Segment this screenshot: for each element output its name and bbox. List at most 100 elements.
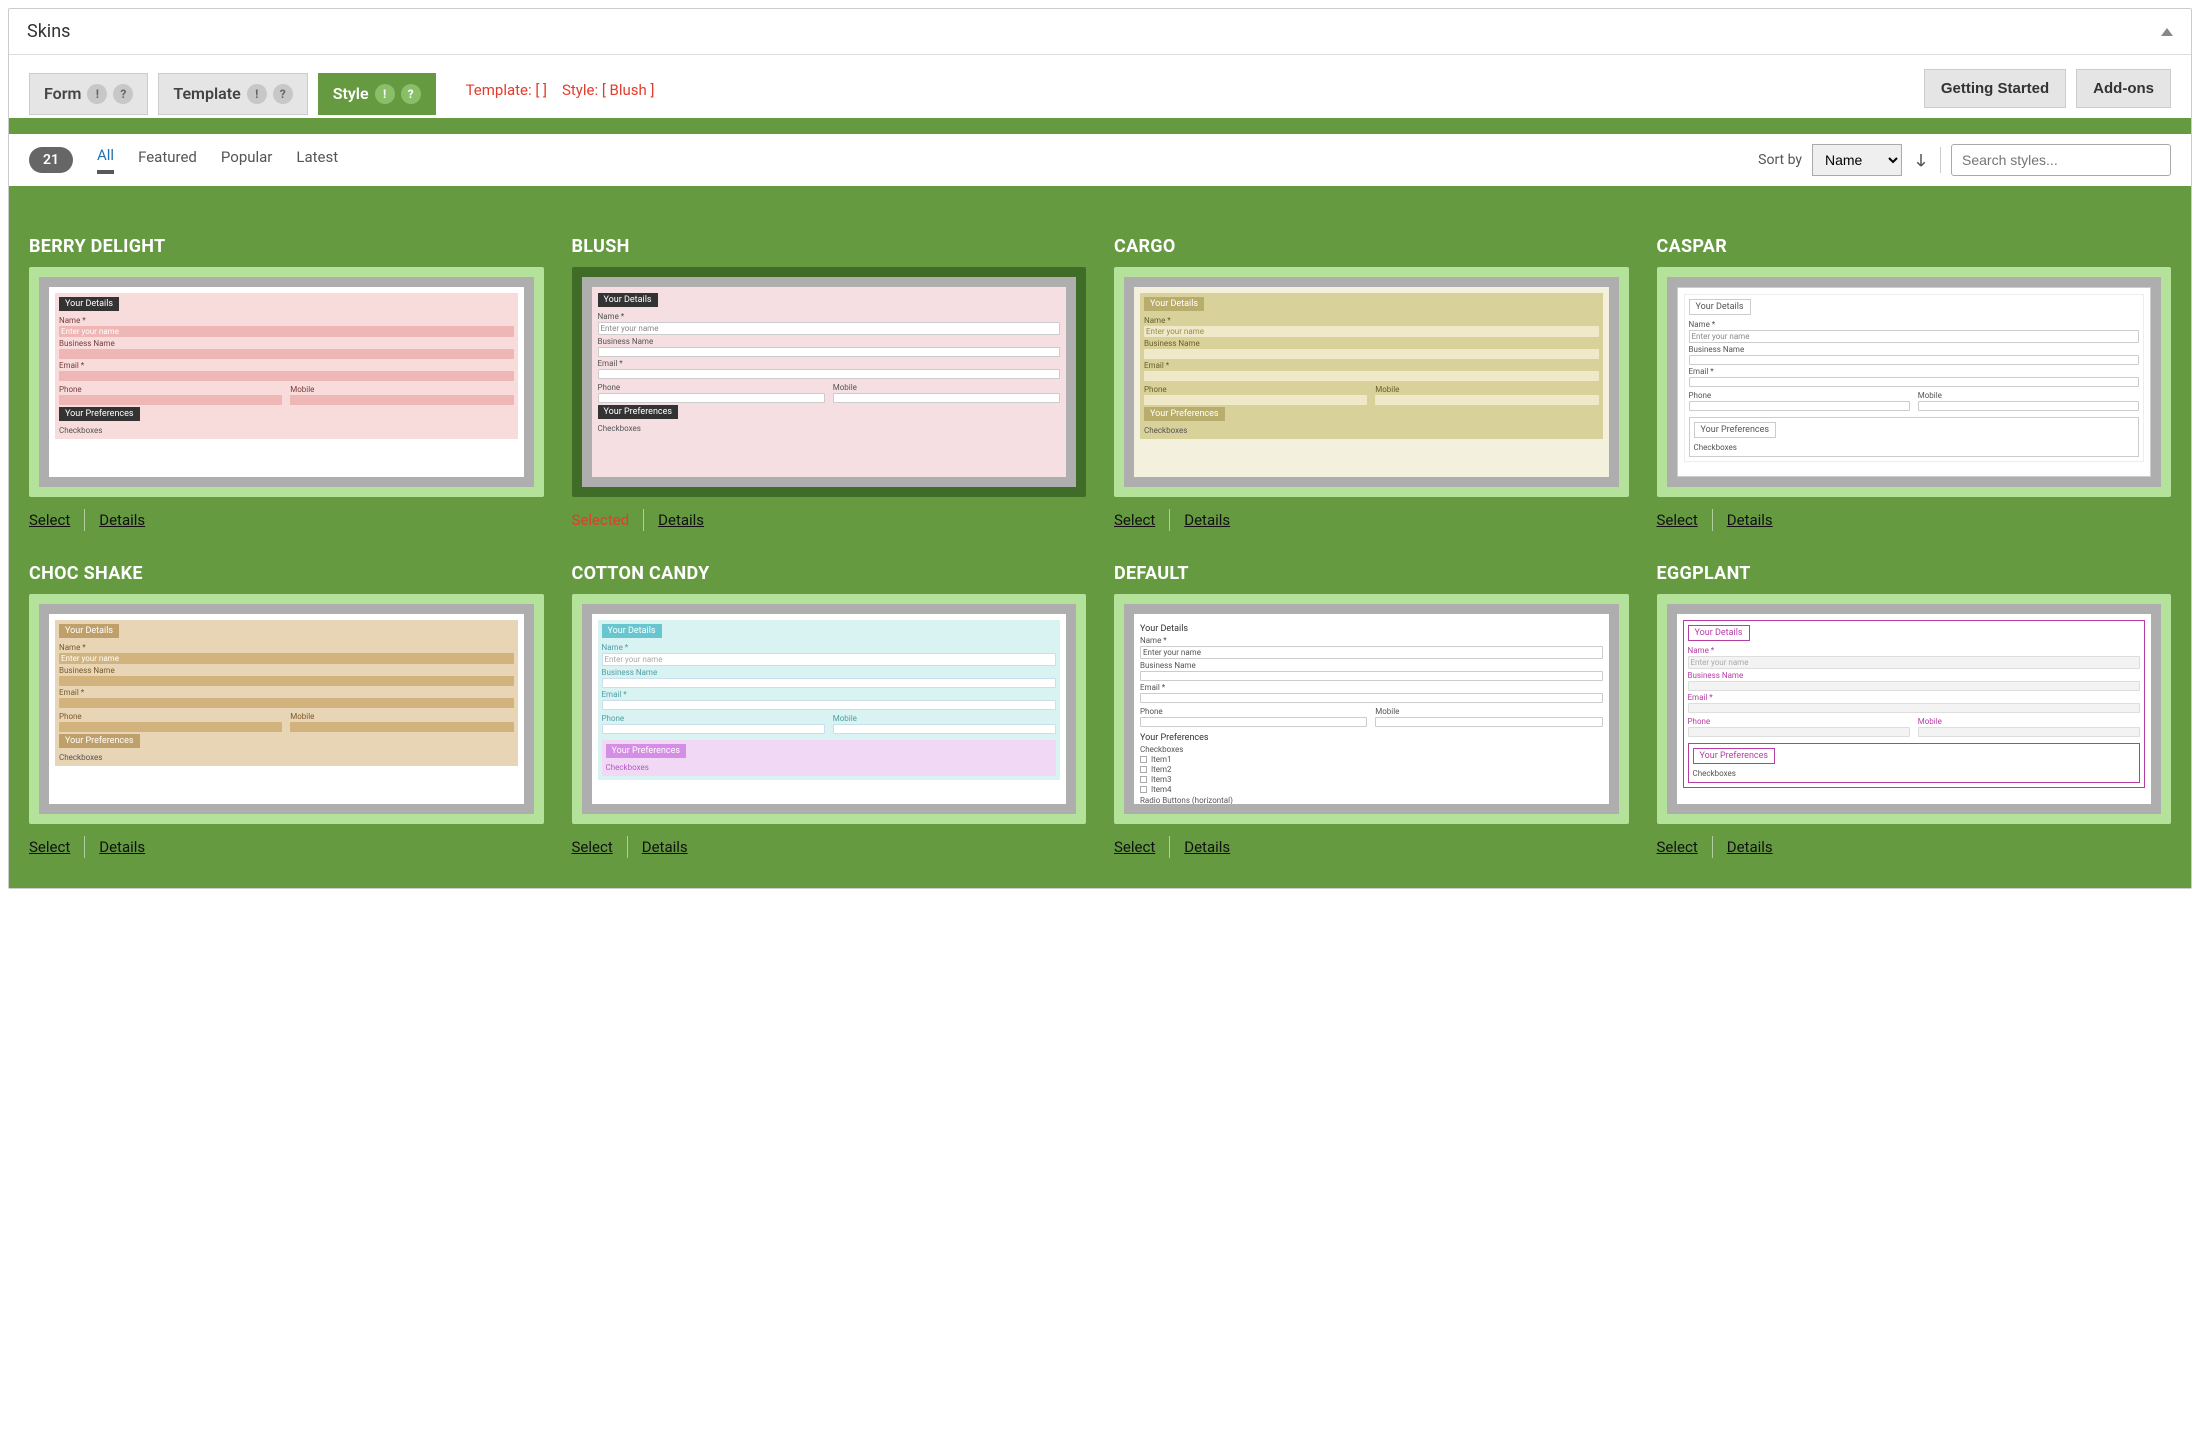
divider xyxy=(1712,509,1713,531)
preview-label: Mobile xyxy=(1918,717,2140,726)
preview-input xyxy=(1689,377,2140,387)
select-link[interactable]: Select xyxy=(29,838,70,856)
divider xyxy=(643,509,644,531)
preview-label: Phone xyxy=(1144,385,1367,394)
style-card: BLUSH Your Details Name *Enter your name… xyxy=(572,236,1087,531)
details-link[interactable]: Details xyxy=(658,511,704,529)
style-card: BERRY DELIGHT Your Details Name *Enter y… xyxy=(29,236,544,531)
style-thumbnail[interactable]: Your Details Name *Enter your name Busin… xyxy=(29,594,544,824)
preview-label: Phone xyxy=(1688,717,1910,726)
info-icon[interactable]: ! xyxy=(87,84,107,104)
details-link[interactable]: Details xyxy=(99,511,145,529)
style-card: CASPAR Your Details Name *Enter your nam… xyxy=(1657,236,2172,531)
details-link[interactable]: Details xyxy=(1727,511,1773,529)
style-thumbnail[interactable]: Your Details Name *Enter your name Busin… xyxy=(1114,594,1629,824)
details-link[interactable]: Details xyxy=(1184,511,1230,529)
preview-label: Phone xyxy=(1689,391,1910,400)
preview-input xyxy=(1688,681,2141,691)
preview-label: Phone xyxy=(602,714,825,723)
sort-select[interactable]: Name xyxy=(1812,144,1902,176)
preview-input xyxy=(598,347,1061,357)
select-link[interactable]: Select xyxy=(1114,511,1155,529)
details-link[interactable]: Details xyxy=(1727,838,1773,856)
preview-input xyxy=(1688,727,1910,737)
card-title: CHOC SHAKE xyxy=(29,563,544,584)
style-thumbnail[interactable]: Your Details Name *Enter your name Busin… xyxy=(572,594,1087,824)
preview-input xyxy=(290,722,513,732)
preview-label: Mobile xyxy=(1918,391,2139,400)
search-input[interactable] xyxy=(1951,144,2171,176)
help-icon[interactable]: ? xyxy=(273,84,293,104)
filter-featured[interactable]: Featured xyxy=(138,148,197,172)
preview-input: Enter your name xyxy=(59,653,514,664)
select-link[interactable]: Select xyxy=(1657,838,1698,856)
select-link[interactable]: Select xyxy=(1114,838,1155,856)
preview-input: Enter your name xyxy=(1689,330,2140,343)
divider xyxy=(1712,836,1713,858)
preview-section: Your Details xyxy=(1144,297,1204,311)
tab-template[interactable]: Template ! ? xyxy=(158,73,307,115)
info-icon[interactable]: ! xyxy=(247,84,267,104)
style-thumbnail[interactable]: Your Details Name *Enter your name Busin… xyxy=(29,267,544,497)
collapse-icon[interactable] xyxy=(2161,28,2173,36)
preview-label: Email * xyxy=(1689,367,2140,376)
preview-input xyxy=(59,676,514,686)
preview-label: Mobile xyxy=(1375,707,1602,716)
divider xyxy=(1169,836,1170,858)
style-thumbnail[interactable]: Your Details Name *Enter your name Busin… xyxy=(1657,594,2172,824)
preview-label: Name * xyxy=(1689,320,2140,329)
details-link[interactable]: Details xyxy=(642,838,688,856)
card-title: EGGPLANT xyxy=(1657,563,2172,584)
card-actions: Select Details xyxy=(1114,836,1629,858)
card-title: BLUSH xyxy=(572,236,1087,257)
filter-all[interactable]: All xyxy=(97,146,114,174)
style-thumbnail[interactable]: Your Details Name *Enter your name Busin… xyxy=(1657,267,2172,497)
tab-form-label: Form xyxy=(44,84,81,103)
help-icon[interactable]: ? xyxy=(401,84,421,104)
card-actions: Select Details xyxy=(1657,509,2172,531)
sort-direction-icon[interactable] xyxy=(1912,151,1930,169)
preview-label: Phone xyxy=(1140,707,1367,716)
style-card: CARGO Your Details Name *Enter your name… xyxy=(1114,236,1629,531)
preview-label: Mobile xyxy=(290,712,513,721)
details-link[interactable]: Details xyxy=(99,838,145,856)
preview-label: Checkboxes xyxy=(598,424,1061,433)
addons-button[interactable]: Add-ons xyxy=(2076,69,2171,108)
preview-label: Business Name xyxy=(1144,339,1599,348)
preview-input xyxy=(1144,349,1599,359)
panel-header: Skins xyxy=(9,9,2191,55)
preview-input xyxy=(1140,693,1603,703)
preview-label: Checkboxes xyxy=(59,426,514,435)
tab-form[interactable]: Form ! ? xyxy=(29,73,148,115)
preview-input xyxy=(1140,671,1603,681)
preview-input xyxy=(1375,395,1598,405)
filter-popular[interactable]: Popular xyxy=(221,148,273,172)
preview-label: Email * xyxy=(59,688,514,697)
preview-input xyxy=(59,349,514,359)
preview-label: Name * xyxy=(1688,646,2141,655)
divider xyxy=(1940,147,1941,173)
preview-label: Mobile xyxy=(833,383,1060,392)
panel-title: Skins xyxy=(27,21,70,42)
select-link[interactable]: Select xyxy=(572,838,613,856)
sort-label: Sort by xyxy=(1758,152,1802,168)
style-thumbnail[interactable]: Your Details Name *Enter your name Busin… xyxy=(1114,267,1629,497)
details-link[interactable]: Details xyxy=(1184,838,1230,856)
preview-input: Enter your name xyxy=(59,326,514,337)
preview-input: Enter your name xyxy=(1688,656,2141,669)
help-icon[interactable]: ? xyxy=(113,84,133,104)
tab-style[interactable]: Style ! ? xyxy=(318,73,436,115)
info-icon[interactable]: ! xyxy=(375,84,395,104)
select-link[interactable]: Select xyxy=(29,511,70,529)
preview-section: Your Details xyxy=(598,293,658,307)
select-link[interactable]: Select xyxy=(1657,511,1698,529)
preview-input xyxy=(602,724,825,734)
filter-latest[interactable]: Latest xyxy=(296,148,338,172)
getting-started-button[interactable]: Getting Started xyxy=(1924,69,2066,108)
preview-section: Your Preferences xyxy=(1144,407,1225,421)
style-card: DEFAULT Your Details Name *Enter your na… xyxy=(1114,563,1629,858)
card-actions: Select Details xyxy=(29,509,544,531)
style-thumbnail[interactable]: Your Details Name *Enter your name Busin… xyxy=(572,267,1087,497)
preview-input xyxy=(1140,717,1367,727)
preview-input xyxy=(1375,717,1602,727)
